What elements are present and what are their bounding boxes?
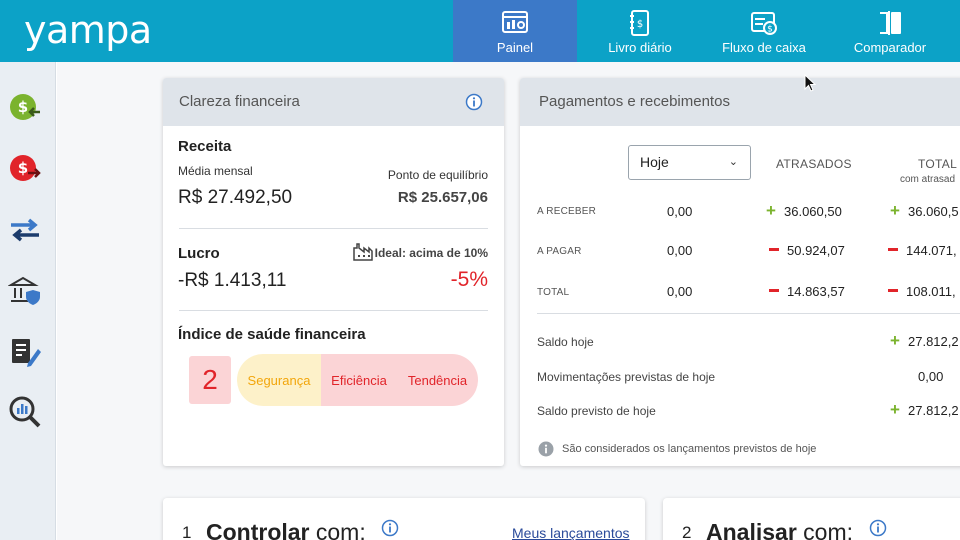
meus-lancamentos-link[interactable]: Meus lançamentos <box>512 525 630 540</box>
saldo-hoje-value: +27.812,2 <box>890 331 959 350</box>
receita-label: Receita <box>178 138 232 155</box>
plus-icon: + <box>890 331 900 350</box>
divider <box>537 313 960 314</box>
svg-text:$: $ <box>767 25 773 35</box>
media-mensal-value: R$ 27.492,50 <box>178 187 293 208</box>
mouse-cursor-icon <box>804 74 816 92</box>
col-total-sub: com atrasad <box>900 174 956 185</box>
col-atrasados: ATRASADOS <box>776 157 852 171</box>
analisar-title: Analisar com: <box>706 519 853 540</box>
minus-icon <box>769 289 779 293</box>
row-total-value: 144.071, <box>888 243 957 258</box>
minus-icon <box>769 248 779 252</box>
svg-text:$: $ <box>18 98 28 116</box>
lucro-percent: -5% <box>450 268 488 291</box>
lucro-label: Lucro <box>178 245 220 262</box>
yampa-logo[interactable]: yampa <box>24 8 152 52</box>
bank-shield-icon[interactable] <box>8 274 42 308</box>
clareza-title: Clareza financeira <box>163 78 504 126</box>
row-label-a-receber: A RECEBER <box>537 206 597 217</box>
segment-tendencia[interactable]: Tendência <box>397 354 478 406</box>
row-hoje-value: 0,00 <box>667 243 693 258</box>
movimentacoes-label: Movimentações previstas de hoje <box>537 370 716 384</box>
plus-icon: + <box>890 201 900 220</box>
compare-icon <box>880 11 901 35</box>
row-total-value: +36.060,5 <box>890 201 959 220</box>
saldo-previsto-value: +27.812,2 <box>890 400 959 419</box>
segment-eficiencia[interactable]: Eficiência <box>321 354 397 406</box>
pagamentos-recebimentos-card: Pagamentos e recebimentos Hoje ⌄ ATRASAD… <box>520 78 960 466</box>
row-hoje-value: 0,00 <box>667 284 693 299</box>
info-icon <box>538 441 554 457</box>
row-hoje-value: 0,00 <box>667 204 693 219</box>
top-bar: yampa Painel $ Livro diário $ Fluxo de c… <box>0 0 960 62</box>
nav-painel[interactable]: Painel <box>453 0 577 62</box>
row-atrasados-value: +36.060,50 <box>766 201 842 220</box>
indice-segments: Segurança Eficiência Tendência <box>237 354 478 406</box>
controlar-card: 1 Controlar com: Meus lançamentos <box>163 498 645 540</box>
ponto-equilibrio-value: R$ 25.657,06 <box>397 189 488 206</box>
nav-fluxo-de-caixa[interactable]: $ Fluxo de caixa <box>708 0 820 62</box>
info-icon[interactable] <box>465 93 483 111</box>
factory-icon <box>353 243 373 261</box>
indice-score: 2 <box>189 356 231 404</box>
saldo-previsto-label: Saldo previsto de hoje <box>537 404 656 418</box>
period-select[interactable]: Hoje ⌄ <box>628 145 751 180</box>
nav-livro-label: Livro diário <box>608 40 672 55</box>
controlar-title: Controlar com: <box>206 519 366 540</box>
step-number: 2 <box>682 523 692 540</box>
row-atrasados-value: 14.863,57 <box>769 284 845 299</box>
cash-flow-icon: $ <box>751 12 777 35</box>
info-icon[interactable] <box>869 519 887 537</box>
nav-comparador-label: Comparador <box>853 40 927 55</box>
nav-fluxo-label: Fluxo de caixa <box>722 40 806 55</box>
pagamentos-title: Pagamentos e recebimentos <box>520 78 960 126</box>
journal-book-icon: $ <box>630 10 649 36</box>
plus-icon: + <box>890 400 900 419</box>
pagamentos-note: São considerados os lançamentos previsto… <box>562 443 817 455</box>
media-mensal-label: Média mensal <box>178 164 253 178</box>
clareza-financeira-card: Clareza financeira Receita Média mensal … <box>163 78 504 466</box>
nav-painel-label: Painel <box>496 40 534 55</box>
dashboard-icon <box>502 11 528 33</box>
row-label-a-pagar: A PAGAR <box>537 246 582 257</box>
ponto-equilibrio-label: Ponto de equilíbrio <box>387 168 488 182</box>
plus-icon: + <box>766 201 776 220</box>
info-icon[interactable] <box>381 519 399 537</box>
movimentacoes-value: 0,00 <box>918 369 944 384</box>
divider <box>179 228 488 229</box>
lucro-ideal-label: Ideal: acima de 10% <box>374 246 488 260</box>
money-out-icon[interactable]: $ <box>8 151 42 185</box>
document-edit-icon[interactable] <box>8 335 42 369</box>
saldo-hoje-label: Saldo hoje <box>537 335 594 349</box>
sidebar: $ $ <box>0 62 56 540</box>
analysis-magnifier-icon[interactable] <box>8 395 42 429</box>
row-label-total: TOTAL <box>537 287 570 298</box>
col-total: TOTAL <box>918 157 958 171</box>
analisar-card: 2 Analisar com: <box>663 498 960 540</box>
minus-icon <box>888 289 898 293</box>
period-select-value: Hoje <box>640 154 669 170</box>
row-total-value: 108.011, <box>888 284 956 299</box>
minus-icon <box>888 248 898 252</box>
svg-text:$: $ <box>18 159 28 177</box>
chevron-down-icon: ⌄ <box>728 156 738 168</box>
divider <box>179 310 488 311</box>
transfer-arrows-icon[interactable] <box>8 213 42 247</box>
lucro-value: -R$ 1.413,11 <box>178 270 287 291</box>
svg-text:$: $ <box>637 19 643 30</box>
indice-saude-label: Índice de saúde financeira <box>178 326 366 343</box>
row-atrasados-value: 50.924,07 <box>769 243 845 258</box>
nav-comparador[interactable]: Comparador <box>836 0 944 62</box>
money-in-icon[interactable]: $ <box>8 90 42 124</box>
step-number: 1 <box>182 523 192 540</box>
nav-livro-diario[interactable]: $ Livro diário <box>584 0 696 62</box>
segment-seguranca[interactable]: Segurança <box>237 354 321 406</box>
